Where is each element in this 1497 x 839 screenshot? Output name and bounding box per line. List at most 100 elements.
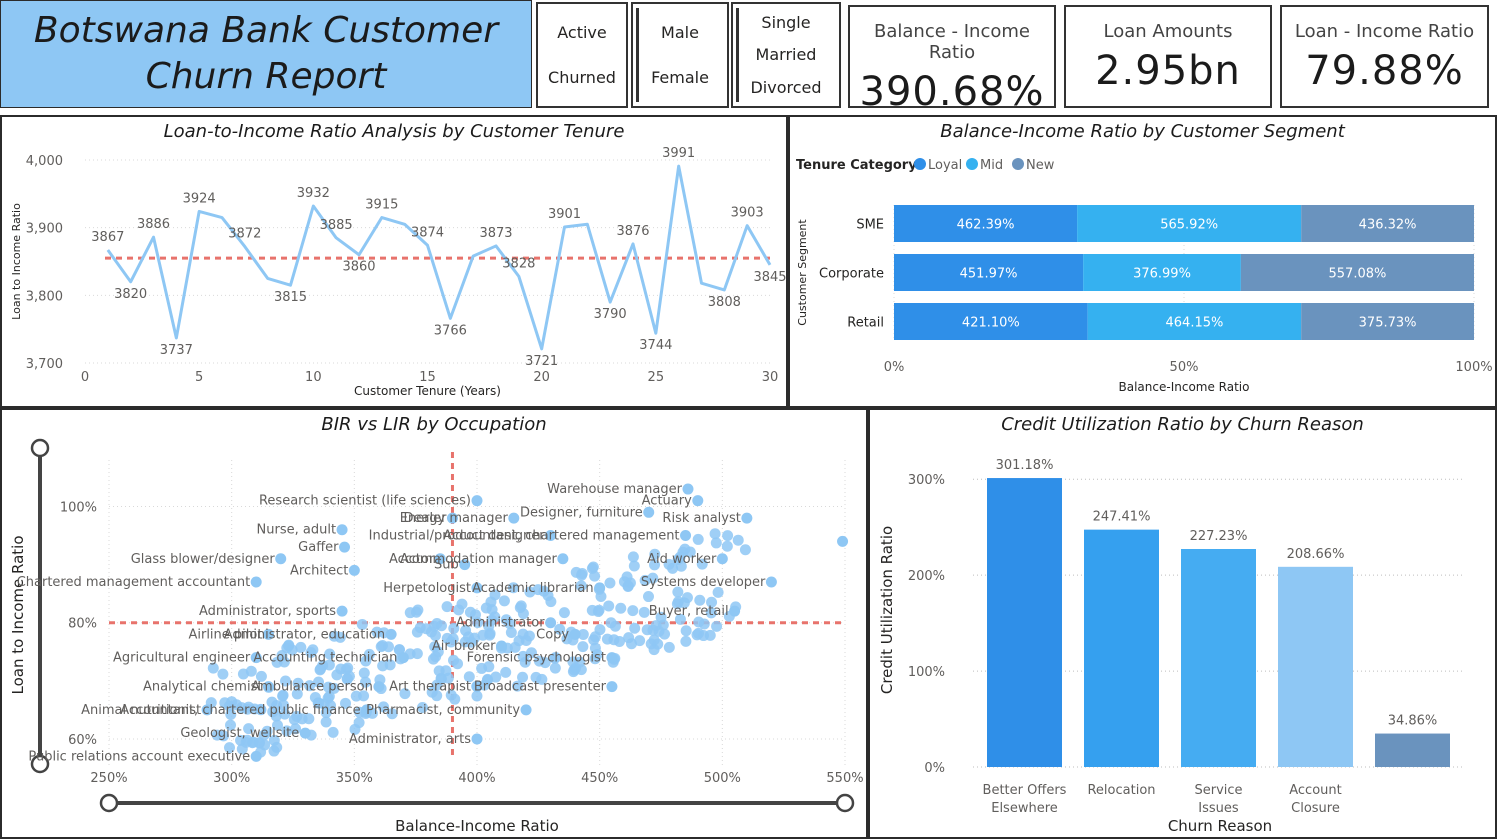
- point-label: Administrator: [456, 616, 545, 631]
- bar: [987, 478, 1062, 767]
- data-label: 34.86%: [1388, 714, 1438, 729]
- category-label: Retail: [847, 316, 884, 331]
- scatter-point: [480, 602, 492, 614]
- y-tick-label: 100%: [908, 665, 945, 680]
- kpi-label: Loan Amounts: [1103, 21, 1233, 42]
- slicer-option-married[interactable]: Married: [756, 45, 817, 64]
- data-label: 3874: [411, 225, 444, 240]
- y-tick-label: 60%: [68, 733, 97, 748]
- data-label: 464.15%: [1166, 316, 1224, 331]
- report-title-box: Botswana Bank Customer Churn Report: [0, 0, 532, 108]
- x-tick-label: 400%: [458, 771, 495, 786]
- x-tick-label: 450%: [581, 771, 618, 786]
- scatter-point: [704, 629, 716, 641]
- scatter-point: [692, 495, 704, 507]
- point-label: Research scientist (life sciences): [259, 494, 471, 509]
- x-tick-label: 0%: [884, 360, 905, 375]
- marital-slicer[interactable]: Single Married Divorced: [731, 2, 841, 108]
- scatter-point: [729, 605, 741, 617]
- scatter-point: [275, 553, 287, 565]
- zoom-slider-handle: [99, 793, 119, 813]
- scatter-point: [523, 630, 535, 642]
- scatter-point: [471, 733, 483, 745]
- point-label: Gaffer: [298, 540, 339, 555]
- line-chart-svg[interactable]: 3,700 3,800 3,900 4,000 0 5 10 15 20 25 30 Customer…: [2, 117, 786, 406]
- point-label: Risk analyst: [662, 511, 740, 526]
- category-label: Closure: [1291, 801, 1340, 816]
- scatter-point: [721, 540, 733, 552]
- slicer-option-female[interactable]: Female: [651, 68, 709, 87]
- data-label: 3873: [479, 226, 512, 241]
- data-label: 3886: [137, 217, 170, 232]
- slicer-option-male[interactable]: Male: [661, 23, 699, 42]
- scatter-point: [627, 605, 639, 617]
- legend-title: Tenure Category: [796, 158, 917, 173]
- legend-marker: [914, 158, 926, 170]
- x-tick-label: 350%: [336, 771, 373, 786]
- kpi-label: Balance - Income Ratio: [874, 21, 1030, 63]
- scatter-point: [711, 620, 723, 632]
- scatter-point: [435, 620, 447, 632]
- data-label: 3808: [708, 295, 741, 310]
- status-slicer[interactable]: Active Churned: [536, 2, 628, 108]
- scatter-point: [608, 634, 620, 646]
- x-tick-label: 50%: [1170, 360, 1199, 375]
- slicer-divider: [736, 8, 739, 102]
- gender-slicer[interactable]: Male Female: [631, 2, 729, 108]
- scatter-panel: BIR vs LIR by Occupation 250% 300% 350% 400…: [0, 408, 868, 839]
- kpi-label: Loan - Income Ratio: [1294, 21, 1475, 42]
- scatter-point: [622, 580, 634, 592]
- bar: [1278, 566, 1353, 767]
- scatter-point: [271, 741, 283, 753]
- data-label: 301.18%: [996, 458, 1054, 473]
- slicer-option-divorced[interactable]: Divorced: [750, 78, 821, 97]
- legend-marker: [966, 158, 978, 170]
- scatter-point: [425, 626, 437, 638]
- scatter-point: [520, 704, 532, 716]
- slicer-option-single[interactable]: Single: [761, 13, 810, 32]
- scatter-point: [498, 595, 510, 607]
- scatter-point: [515, 600, 527, 612]
- slicer-option-active[interactable]: Active: [557, 23, 607, 42]
- scatter-point: [837, 535, 849, 547]
- point-label: Glass blower/designer: [131, 552, 276, 567]
- point-label: Art therapist: [389, 680, 471, 695]
- data-label: 3991: [662, 146, 695, 161]
- kpi-card-balance-income: Balance - Income Ratio 390.68%: [848, 5, 1056, 115]
- data-label: 3901: [548, 207, 581, 222]
- data-label: 375.73%: [1359, 316, 1417, 331]
- point-label: Administrator, arts: [349, 732, 471, 747]
- y-axis-title: Loan to Income Ratio: [10, 203, 23, 320]
- point-label: Accountant, chartered public finance: [120, 703, 360, 718]
- kpi-value: 79.88%: [1305, 48, 1464, 94]
- scatter-point: [629, 622, 641, 634]
- scatter-point: [722, 530, 734, 542]
- bar-chart-panel: Credit Utilization Ratio by Churn Reason…: [868, 408, 1497, 839]
- point-label: Chartered management accountant: [17, 575, 250, 590]
- category-label: Service: [1194, 783, 1242, 798]
- scatter-point: [217, 668, 229, 680]
- stacked-bar-svg[interactable]: Tenure Category Loyal Mid New0% 50% 100%Balan…: [790, 117, 1495, 406]
- data-label: 247.41%: [1093, 510, 1151, 525]
- scatter-point: [627, 551, 639, 563]
- scatter-point: [692, 533, 704, 545]
- data-label: 3766: [434, 323, 467, 338]
- y-axis-title: Customer Segment: [796, 219, 809, 326]
- point-label: Analytical chemist: [143, 680, 263, 695]
- y-axis-title: Loan to Income Ratio: [9, 535, 27, 694]
- category-label: Corporate: [819, 267, 884, 282]
- scatter-point: [741, 512, 753, 524]
- slicer-option-churned[interactable]: Churned: [548, 68, 616, 87]
- data-label: 3872: [228, 227, 261, 242]
- legend-marker: [1012, 158, 1024, 170]
- scatter-svg[interactable]: 250% 300% 350% 400% 450% 500% 550% 60% 80% 100% Ba…: [2, 410, 866, 837]
- scatter-point: [692, 627, 704, 639]
- scatter-point: [397, 652, 409, 664]
- scatter-point: [508, 512, 520, 524]
- point-label: Nurse, adult: [257, 523, 337, 538]
- bar-chart-svg[interactable]: 0% 100% 200% 300% Credit Utilization Ratio Ch…: [870, 410, 1495, 837]
- scatter-point: [605, 617, 617, 629]
- data-label: 3790: [594, 307, 627, 322]
- scatter-point: [594, 582, 606, 594]
- y-tick-label: 300%: [908, 473, 945, 488]
